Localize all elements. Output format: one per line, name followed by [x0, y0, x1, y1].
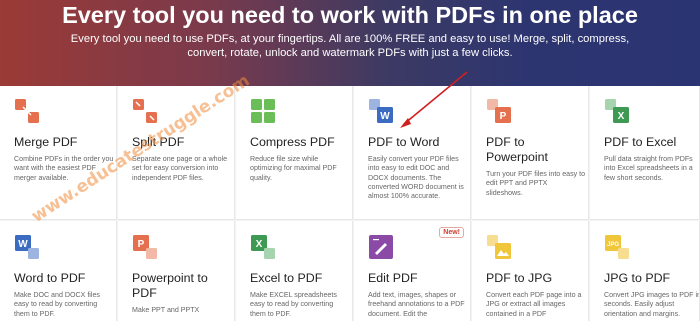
red-arrow-annotation	[400, 71, 468, 128]
